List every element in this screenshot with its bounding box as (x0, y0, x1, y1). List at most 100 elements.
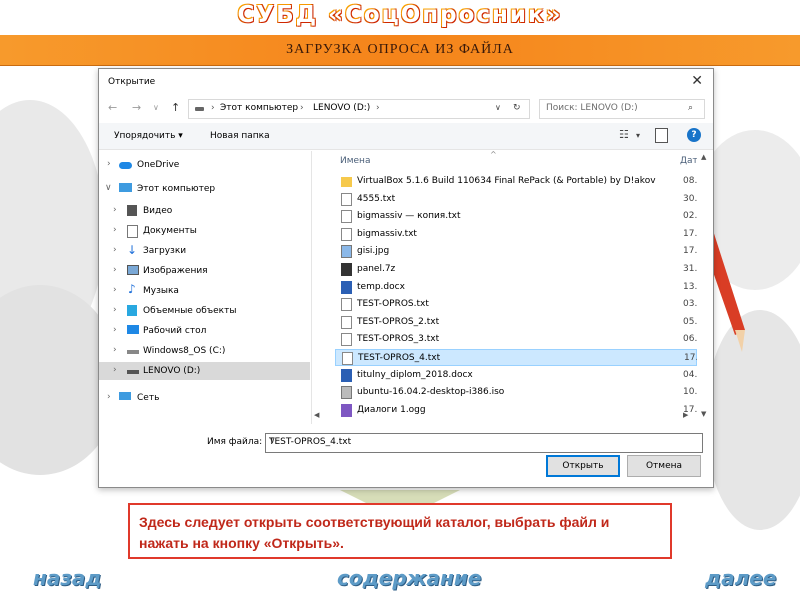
chevron-right-icon[interactable]: › (113, 265, 117, 275)
file-name: bigmassiv — копия.txt (357, 211, 461, 222)
chevron-right-icon[interactable]: › (113, 285, 117, 295)
tree-item-this-pc[interactable]: ∨ Этот компьютер (99, 180, 310, 198)
tree-item-videos[interactable]: › Видео (99, 202, 310, 220)
chevron-right-icon[interactable]: › (113, 325, 117, 335)
help-icon[interactable]: ? (687, 128, 701, 142)
tree-item-desktop[interactable]: › Рабочий стол (99, 322, 310, 340)
search-placeholder: Поиск: LENOVO (D:) (546, 103, 638, 113)
drive-icon (127, 370, 139, 374)
file-row[interactable]: TEST-OPROS.txt 03.0 (335, 296, 697, 313)
next-link[interactable]: далее (705, 566, 776, 590)
back-link[interactable]: назад (33, 566, 102, 590)
file-row[interactable]: bigmassiv — копия.txt 02.0 (335, 208, 697, 225)
file-row[interactable]: 4555.txt 30.0 (335, 191, 697, 208)
scroll-down-icon[interactable]: ▼ (701, 410, 706, 418)
network-icon (119, 392, 131, 400)
organize-button[interactable]: Упорядочить ▾ (114, 131, 183, 141)
column-header-name[interactable]: Имена (340, 156, 370, 166)
file-date: 17.0 (683, 228, 697, 239)
search-input[interactable]: Поиск: LENOVO (D:) ⌕ (539, 99, 705, 119)
file-date: 30.0 (683, 193, 697, 204)
address-dropdown-icon[interactable]: ∨ (495, 103, 501, 112)
up-arrow-icon[interactable]: ↑ (171, 101, 180, 114)
chevron-down-icon[interactable]: ∨ (105, 183, 112, 193)
breadcrumb-drive[interactable]: LENOVO (D:) (313, 103, 370, 113)
close-icon[interactable]: ✕ (691, 73, 703, 89)
chevron-right-icon[interactable]: › (113, 225, 117, 235)
file-date: 08.0 (683, 176, 697, 186)
vertical-scrollbar[interactable]: ▲ ▼ (697, 151, 712, 424)
file-row[interactable]: titulny_diplom_2018.docx 04.0 (335, 367, 697, 384)
instruction-callout: Здесь следует открыть соответствующий ка… (128, 503, 672, 559)
chevron-right-icon[interactable]: › (107, 392, 111, 402)
scroll-left-icon[interactable]: ◀ (314, 411, 319, 419)
file-name: TEST-OPROS.txt (357, 299, 429, 310)
filename-label: Имя файла: (207, 437, 263, 447)
column-header-date[interactable]: Дата (680, 156, 697, 166)
text-file-icon (341, 333, 352, 347)
tree-item-network[interactable]: › Сеть (99, 389, 310, 407)
file-row[interactable]: bigmassiv.txt 17.0 (335, 226, 697, 243)
breadcrumb-computer[interactable]: Этот компьютер (220, 103, 298, 113)
chevron-right-icon[interactable]: › (107, 159, 111, 169)
computer-icon (119, 183, 132, 192)
tree-item-drive-d[interactable]: › LENOVO (D:) (99, 362, 310, 380)
cancel-button[interactable]: Отмена (627, 455, 701, 477)
chevron-down-icon[interactable]: ∨ (269, 436, 699, 446)
back-arrow-icon[interactable]: ← (108, 101, 117, 114)
view-dropdown-icon[interactable]: ▾ (636, 131, 640, 140)
chevron-right-icon[interactable]: › (113, 305, 117, 315)
chevron-right-icon[interactable]: › (113, 345, 117, 355)
recent-locations-icon[interactable]: ∨ (153, 103, 159, 112)
tree-item-3d-objects[interactable]: › Объемные объекты (99, 302, 310, 320)
file-date: 06.0 (683, 334, 697, 345)
tree-item-onedrive[interactable]: › OneDrive (99, 156, 310, 174)
breadcrumb-separator-icon: › (376, 103, 380, 113)
file-row[interactable]: gisi.jpg 17.0 (335, 243, 697, 260)
cloud-icon (119, 162, 132, 169)
chevron-right-icon[interactable]: › (113, 365, 117, 375)
preview-pane-icon[interactable] (655, 128, 668, 143)
new-folder-button[interactable]: Новая папка (210, 131, 270, 141)
word-file-icon (341, 280, 352, 294)
tree-item-downloads[interactable]: › ↓ Загрузки (99, 242, 310, 260)
tree-item-documents[interactable]: › Документы (99, 222, 310, 240)
file-row[interactable]: TEST-OPROS_4.txt 17.0 (335, 349, 697, 366)
file-row[interactable]: TEST-OPROS_2.txt 05.0 (335, 314, 697, 331)
file-date: 04.0 (683, 369, 697, 380)
tree-item-drive-c[interactable]: › Windows8_OS (C:) (99, 342, 310, 360)
file-row[interactable]: TEST-OPROS_3.txt 06.0 (335, 331, 697, 348)
scroll-right-icon[interactable]: ▶ (683, 411, 688, 419)
file-row[interactable]: panel.7z 31.0 (335, 261, 697, 278)
tree-item-pictures[interactable]: › Изображения (99, 262, 310, 280)
chevron-right-icon[interactable]: › (113, 245, 117, 255)
view-options-icon[interactable]: ☷ (619, 128, 629, 141)
3d-objects-icon (127, 305, 137, 316)
file-date: 03.0 (683, 299, 697, 310)
tree-item-label: Музыка (143, 286, 179, 296)
text-file-icon (341, 192, 352, 206)
chevron-right-icon[interactable]: › (113, 205, 117, 215)
file-row[interactable]: VirtualBox 5.1.6 Build 110634 Final RePa… (335, 173, 697, 190)
address-bar[interactable]: › Этот компьютер › LENOVO (D:) › ∨ ↻ (188, 99, 530, 119)
open-button[interactable]: Открыть (546, 455, 620, 477)
tree-item-music[interactable]: › ♪ Музыка (99, 282, 310, 300)
command-toolbar: Упорядочить ▾ Новая папка ☷ ▾ ? (99, 123, 713, 150)
file-name: temp.docx (357, 281, 405, 292)
file-row[interactable]: ubuntu-16.04.2-desktop-i386.iso 10.0 (335, 384, 697, 401)
file-date: 05.0 (683, 316, 697, 327)
filename-input[interactable]: TEST-OPROS_4.txt ∨ (265, 433, 703, 453)
horizontal-scrollbar[interactable]: ◀ ▶ (311, 409, 697, 424)
forward-arrow-icon[interactable]: → (132, 101, 141, 114)
refresh-icon[interactable]: ↻ (513, 103, 521, 113)
text-file-icon (342, 352, 353, 365)
tree-item-label: Видео (143, 206, 173, 216)
scroll-up-icon[interactable]: ▲ (701, 153, 706, 161)
file-row[interactable]: temp.docx 13.0 (335, 279, 697, 296)
disc-image-icon (341, 386, 352, 400)
file-date: 17.0 (684, 353, 697, 363)
drive-icon (127, 350, 139, 354)
contents-link[interactable]: содержание (337, 566, 481, 590)
slide-title: СУБД «СоцОпросник» (237, 2, 563, 28)
column-header-row: Имена ^ Дата (327, 151, 697, 170)
